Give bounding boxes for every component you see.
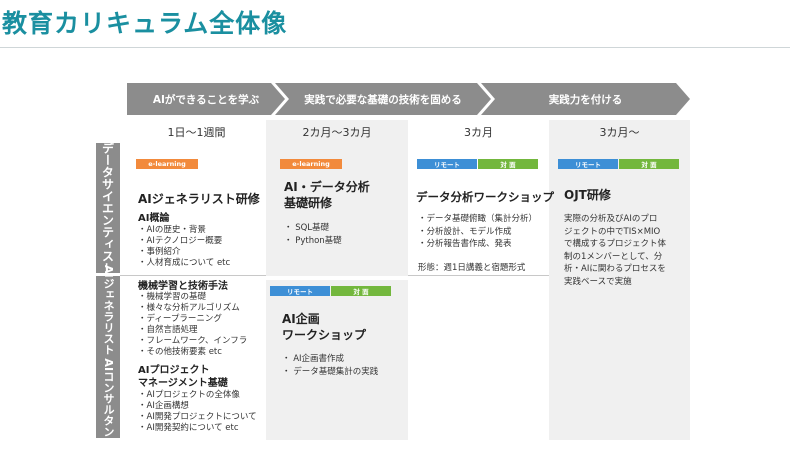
list-item: ・AIプロジェクトの全体像: [138, 390, 240, 400]
tag-elearning: e-learning: [280, 159, 342, 169]
phase-arrow-foundation: 実践で必要な基礎の技術を固める: [275, 83, 491, 115]
tag-remote: リモート: [270, 286, 330, 296]
section-title-project-2: マネージメント基礎: [138, 378, 228, 389]
list-item: ・自然言語処理: [138, 325, 198, 335]
list-item: ・機械学習の基礎: [138, 292, 207, 302]
phase-arrow-practice: 実践力を付ける: [481, 83, 690, 115]
course-title-data-workshop: データ分析ワークショップ: [416, 190, 554, 204]
list-item: ・様々な分析アルゴリズム: [138, 303, 240, 313]
row-gap: [266, 276, 408, 280]
description-line: 制の1メンバーとして、分: [564, 251, 663, 262]
data-workshop-format: 形態：週1日講義と宿題形式: [418, 263, 526, 273]
course-title-ai-generalist: AIジェネラリスト研修: [138, 192, 260, 206]
duration-col-4: 3カ月～: [599, 126, 640, 139]
description-line: 実際の分析及びAIのプロ: [564, 214, 658, 224]
course-title-data-basics-2: 基礎研修: [284, 196, 333, 210]
duration-col-1: 1日～1週間: [167, 126, 226, 139]
list-item: ・ Python基礎: [284, 235, 342, 246]
description-line: 実践ベースで実施: [564, 276, 632, 287]
course-title-ai-planning-2: ワークショップ: [282, 328, 367, 342]
tag-inperson: 対 面: [478, 159, 538, 169]
data-basics-list: ・ SQL基礎 ・ Python基礎: [284, 222, 342, 247]
section-title-project-1: AIプロジェクト: [138, 365, 210, 376]
list-item: ・分析設計、モデル作成: [418, 226, 512, 237]
list-item: ・ SQL基礎: [284, 223, 330, 233]
ai-overview-list: ・AIの歴史・背景 ・AIテクノロジー概要 ・事例紹介 ・人材育成について et…: [138, 225, 230, 269]
description-line: ジェクトの中でTIS×MIO: [564, 226, 661, 237]
tag-remote: リモート: [417, 159, 477, 169]
ojt-description: 実際の分析及びAIのプロ ジェクトの中でTIS×MIO で構成するプロジェクト体…: [564, 213, 666, 288]
role-label-ai-generalist: AIジェネラリスト AIコンサルタント: [96, 265, 120, 449]
title-divider: [0, 47, 790, 48]
description-line: 析・AIに関わるプロセスを: [564, 264, 666, 274]
row-separator: [120, 275, 266, 276]
list-item: ・分析報告書作成、発表: [418, 239, 512, 249]
duration-col-2: 2カ月～3カ月: [302, 126, 372, 139]
role-label-text: AIジェネラリスト AIコンサルタント: [102, 265, 115, 449]
list-item: ・ディープラーニング: [138, 314, 222, 324]
tag-inperson: 対 面: [331, 286, 391, 296]
data-workshop-list: ・データ基礎俯瞰（集計分析） ・分析設計、モデル作成 ・分析報告書作成、発表: [418, 213, 537, 251]
section-title-ai-overview: AI概論: [138, 213, 170, 224]
tag-remote: リモート: [558, 159, 618, 169]
ai-planning-list: ・ AI企画書作成 ・ データ基礎集計の実践: [282, 353, 378, 378]
tag-elearning: e-learning: [136, 159, 198, 169]
list-item: ・ データ基礎集計の実践: [282, 366, 379, 377]
list-item: ・AIテクノロジー概要: [138, 236, 223, 246]
list-item: ・フレームワーク、インフラ: [138, 336, 248, 346]
list-item: ・その他技術要素 etc: [138, 347, 222, 357]
list-item: ・人材育成について etc: [138, 258, 231, 268]
list-item: ・AI企画構想: [138, 401, 189, 411]
description-line: で構成するプロジェクト体: [564, 239, 667, 249]
page-title: 教育カリキュラム全体像: [2, 9, 288, 38]
role-label-data-scientist: データサイエンティスト: [96, 142, 120, 274]
phase-arrow-learn: AIができることを学ぶ: [127, 83, 285, 115]
list-item: ・ AI企画書作成: [282, 354, 345, 364]
list-item: ・事例紹介: [138, 247, 181, 257]
tag-inperson: 対 面: [619, 159, 679, 169]
role-label-text: データサイエンティスト: [100, 142, 115, 274]
course-title-ojt: OJT研修: [564, 188, 611, 202]
list-item: ・AI開発プロジェクトについて: [138, 412, 257, 422]
project-list: ・AIプロジェクトの全体像 ・AI企画構想 ・AI開発プロジェクトについて ・A…: [138, 390, 257, 434]
list-item: ・データ基礎俯瞰（集計分析）: [418, 214, 538, 224]
duration-col-3: 3カ月: [464, 126, 493, 139]
course-title-ai-planning-1: AI企画: [282, 312, 320, 326]
row-separator: [408, 275, 549, 276]
ml-list: ・機械学習の基礎 ・様々な分析アルゴリズム ・ディープラーニング ・自然言語処理…: [138, 292, 247, 358]
list-item: ・AIの歴史・背景: [138, 225, 206, 235]
course-title-data-basics-1: AI・データ分析: [284, 180, 370, 194]
list-item: ・AI開発契約について etc: [138, 423, 239, 433]
